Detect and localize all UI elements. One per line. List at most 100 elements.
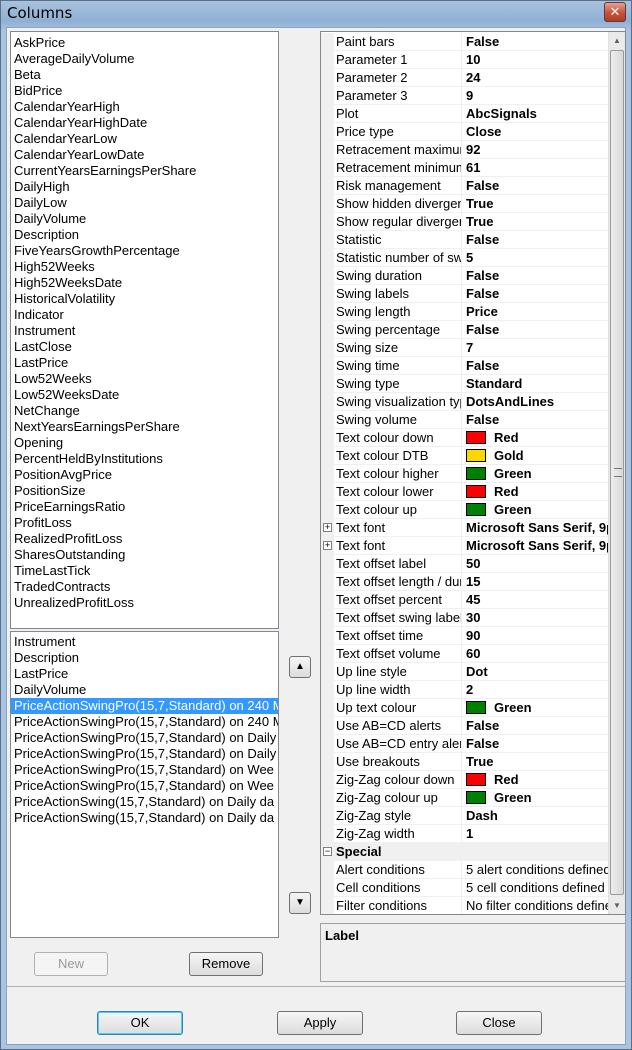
- property-row[interactable]: Text colour lower Red: [321, 483, 611, 501]
- property-value[interactable]: 5 alert conditions defined: [466, 861, 611, 879]
- available-column-item[interactable]: Low52Weeks: [11, 371, 278, 387]
- available-column-item[interactable]: Indicator: [11, 307, 278, 323]
- selected-column-item[interactable]: PriceActionSwingPro(15,7,Standard) on We…: [11, 778, 278, 794]
- property-row[interactable]: Swing size 7: [321, 339, 611, 357]
- ok-button[interactable]: OK: [97, 1011, 183, 1035]
- property-value[interactable]: False: [466, 717, 611, 735]
- property-value[interactable]: 30: [466, 609, 611, 627]
- property-value[interactable]: Price: [466, 303, 611, 321]
- property-value[interactable]: 45: [466, 591, 611, 609]
- property-row[interactable]: Text offset percent 45: [321, 591, 611, 609]
- property-row[interactable]: Risk management False: [321, 177, 611, 195]
- property-row[interactable]: Zig-Zag width 1: [321, 825, 611, 843]
- available-column-item[interactable]: ProfitLoss: [11, 515, 278, 531]
- property-value[interactable]: 1: [466, 825, 611, 843]
- property-value[interactable]: Dash: [466, 807, 611, 825]
- property-value[interactable]: 2: [466, 681, 611, 699]
- property-value[interactable]: 24: [466, 69, 611, 87]
- available-column-item[interactable]: Low52WeeksDate: [11, 387, 278, 403]
- property-row[interactable]: Swing duration False: [321, 267, 611, 285]
- property-row[interactable]: Statistic number of swings 5: [321, 249, 611, 267]
- property-value[interactable]: False: [466, 33, 611, 51]
- property-value[interactable]: Green: [466, 465, 611, 483]
- selected-column-item[interactable]: PriceActionSwing(15,7,Standard) on Daily…: [11, 810, 278, 826]
- property-row[interactable]: Swing visualization type DotsAndLines: [321, 393, 611, 411]
- expand-plus-icon[interactable]: +: [323, 541, 332, 550]
- available-column-item[interactable]: High52Weeks: [11, 259, 278, 275]
- property-grid[interactable]: Paint bars False Parameter 1 10 Parameter 2 2…: [320, 31, 626, 915]
- available-column-item[interactable]: AverageDailyVolume: [11, 51, 278, 67]
- property-row[interactable]: Text offset volume 60: [321, 645, 611, 663]
- available-columns-list[interactable]: AskPrice AverageDailyVolume Beta BidPrice Ca…: [10, 31, 279, 629]
- property-row[interactable]: Swing time False: [321, 357, 611, 375]
- property-value[interactable]: True: [466, 753, 611, 771]
- close-window-button[interactable]: ✕: [604, 2, 626, 22]
- title-bar[interactable]: Columns ✕: [1, 1, 631, 27]
- available-column-item[interactable]: BidPrice: [11, 83, 278, 99]
- property-value[interactable]: Dot: [466, 663, 611, 681]
- property-value[interactable]: True: [466, 213, 611, 231]
- property-row[interactable]: Retracement maximum 92: [321, 141, 611, 159]
- property-row[interactable]: Cell conditions 5 cell conditions defined: [321, 879, 611, 897]
- available-column-item[interactable]: Description: [11, 227, 278, 243]
- scroll-up-icon[interactable]: ▲: [609, 32, 625, 49]
- available-column-item[interactable]: Opening: [11, 435, 278, 451]
- available-column-item[interactable]: DailyLow: [11, 195, 278, 211]
- property-row[interactable]: Text offset time 90: [321, 627, 611, 645]
- property-value[interactable]: Microsoft Sans Serif, 9pt: [466, 537, 611, 555]
- property-row[interactable]: Zig-Zag colour up Green: [321, 789, 611, 807]
- property-row[interactable]: Statistic False: [321, 231, 611, 249]
- property-row[interactable]: Text colour down Red: [321, 429, 611, 447]
- property-row[interactable]: Parameter 3 9: [321, 87, 611, 105]
- property-value[interactable]: No filter conditions defined: [466, 897, 611, 914]
- category-row-special[interactable]: − Special: [321, 843, 611, 861]
- available-column-item[interactable]: TimeLastTick: [11, 563, 278, 579]
- available-column-item[interactable]: UnrealizedProfitLoss: [11, 595, 278, 611]
- property-row[interactable]: Swing volume False: [321, 411, 611, 429]
- available-column-item[interactable]: CalendarYearHigh: [11, 99, 278, 115]
- property-value[interactable]: 10: [466, 51, 611, 69]
- available-column-item[interactable]: NextYearsEarningsPerShare: [11, 419, 278, 435]
- property-row[interactable]: + Text font Microsoft Sans Serif, 9pt: [321, 537, 611, 555]
- available-column-item[interactable]: Instrument: [11, 323, 278, 339]
- property-value[interactable]: Green: [466, 699, 611, 717]
- property-value[interactable]: Gold: [466, 447, 611, 465]
- property-row[interactable]: Retracement minimum 61: [321, 159, 611, 177]
- available-column-item[interactable]: PositionAvgPrice: [11, 467, 278, 483]
- property-row[interactable]: Use breakouts True: [321, 753, 611, 771]
- property-row[interactable]: Text colour DTB Gold: [321, 447, 611, 465]
- property-row[interactable]: Price type Close: [321, 123, 611, 141]
- selected-column-item[interactable]: DailyVolume: [11, 682, 278, 698]
- property-row[interactable]: Paint bars False: [321, 33, 611, 51]
- scroll-down-icon[interactable]: ▼: [609, 897, 625, 914]
- property-row[interactable]: Show regular divergence True: [321, 213, 611, 231]
- property-row[interactable]: Text colour up Green: [321, 501, 611, 519]
- property-value[interactable]: Green: [466, 789, 611, 807]
- property-row[interactable]: Zig-Zag style Dash: [321, 807, 611, 825]
- property-value[interactable]: Red: [466, 483, 611, 501]
- property-row[interactable]: Swing labels False: [321, 285, 611, 303]
- property-row[interactable]: Use AB=CD alerts False: [321, 717, 611, 735]
- property-value[interactable]: False: [466, 177, 611, 195]
- property-value[interactable]: False: [466, 321, 611, 339]
- expand-plus-icon[interactable]: +: [323, 523, 332, 532]
- property-value[interactable]: 50: [466, 555, 611, 573]
- available-column-item[interactable]: DailyHigh: [11, 179, 278, 195]
- property-row[interactable]: Text colour higher Green: [321, 465, 611, 483]
- property-row[interactable]: Plot AbcSignals: [321, 105, 611, 123]
- property-value[interactable]: 7: [466, 339, 611, 357]
- property-row[interactable]: Swing percentage False: [321, 321, 611, 339]
- property-row[interactable]: Up line width 2: [321, 681, 611, 699]
- available-column-item[interactable]: FiveYearsGrowthPercentage: [11, 243, 278, 259]
- available-column-item[interactable]: PriceEarningsRatio: [11, 499, 278, 515]
- property-value[interactable]: Close: [466, 123, 611, 141]
- property-row[interactable]: Use AB=CD entry alerts False: [321, 735, 611, 753]
- property-row[interactable]: Text offset swing labels 30: [321, 609, 611, 627]
- available-column-item[interactable]: HistoricalVolatility: [11, 291, 278, 307]
- available-column-item[interactable]: RealizedProfitLoss: [11, 531, 278, 547]
- property-value[interactable]: False: [466, 411, 611, 429]
- selected-column-item[interactable]: PriceActionSwingPro(15,7,Standard) on Da…: [11, 730, 278, 746]
- property-row[interactable]: Swing type Standard: [321, 375, 611, 393]
- property-row[interactable]: Parameter 2 24: [321, 69, 611, 87]
- property-row[interactable]: Up text colour Green: [321, 699, 611, 717]
